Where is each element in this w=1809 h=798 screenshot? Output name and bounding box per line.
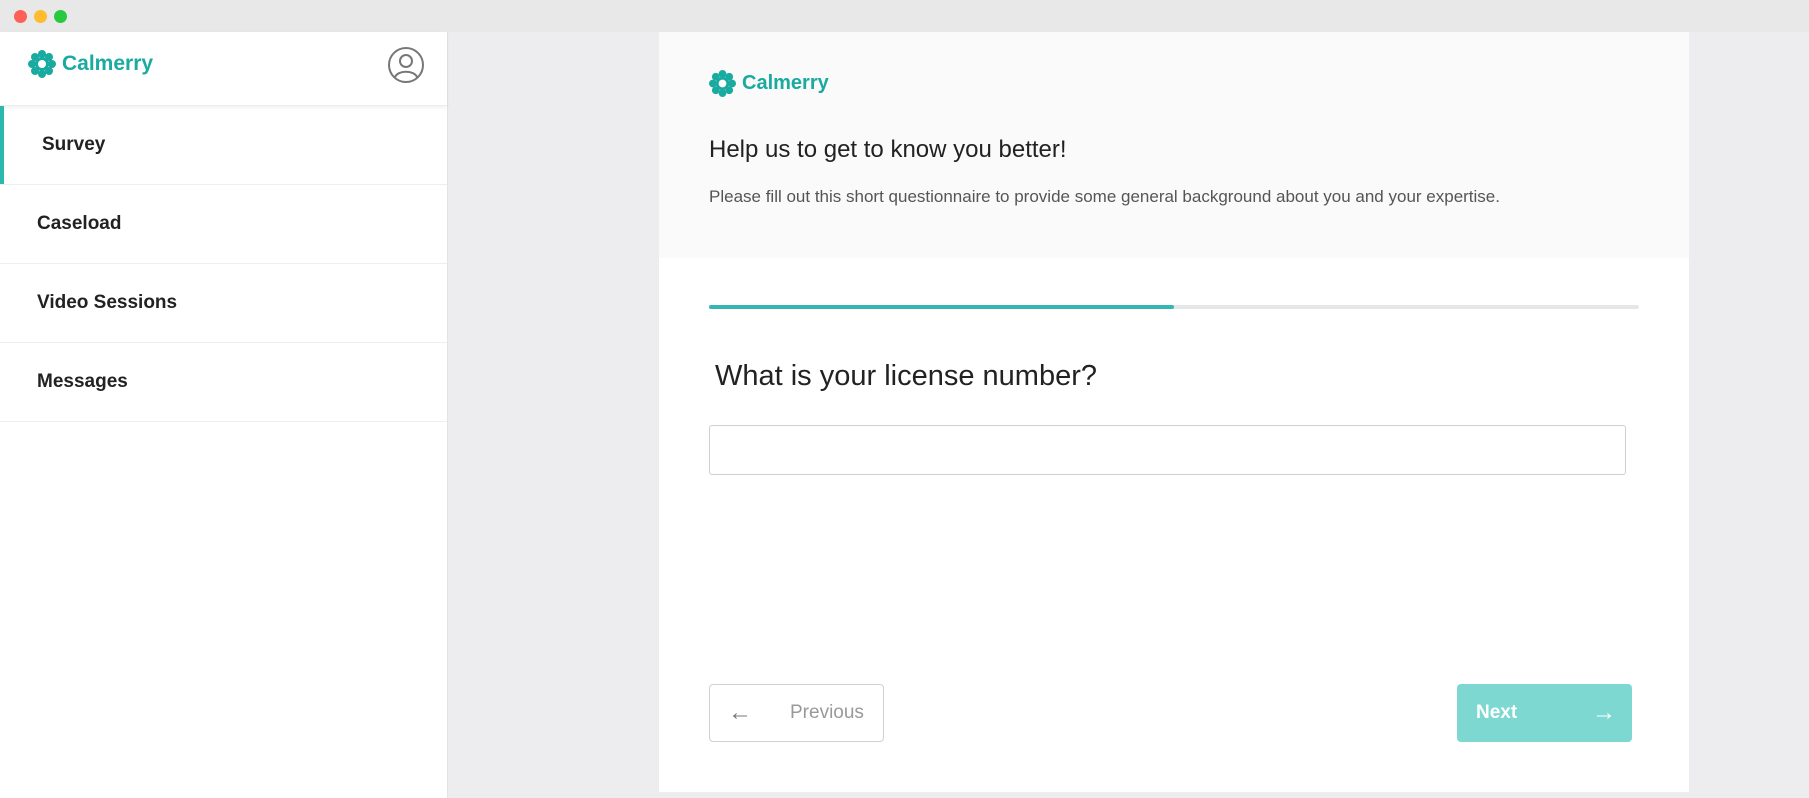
- next-button[interactable]: Next →: [1457, 684, 1632, 742]
- previous-button-label: Previous: [790, 702, 864, 723]
- brand-name: Calmerry: [62, 52, 154, 75]
- window-titlebar: [0, 0, 1809, 32]
- arrow-right-icon: →: [1592, 699, 1616, 726]
- brand-logo[interactable]: Calmerry: [28, 50, 153, 78]
- survey-panel: Calmerry Help us to get to know you bett…: [659, 32, 1689, 792]
- sidebar-item-label: Video Sessions: [37, 292, 178, 313]
- survey-header: Calmerry Help us to get to know you bett…: [659, 32, 1689, 258]
- previous-button[interactable]: ← Previous: [709, 684, 884, 742]
- brand-name: Calmerry: [742, 72, 829, 94]
- brand-logo: Calmerry: [709, 70, 829, 97]
- sidebar-item-label: Survey: [42, 134, 106, 155]
- arrow-left-icon: ←: [728, 699, 752, 726]
- maximize-window-button[interactable]: [54, 10, 67, 23]
- sidebar-item-caseload[interactable]: Caseload: [0, 185, 447, 264]
- flower-logo-icon: [28, 50, 56, 78]
- close-window-button[interactable]: [14, 10, 27, 23]
- sidebar-item-label: Messages: [37, 371, 128, 392]
- sidebar-item-survey[interactable]: Survey: [0, 106, 447, 185]
- minimize-window-button[interactable]: [34, 10, 47, 23]
- survey-description: Please fill out this short questionnaire…: [709, 187, 1500, 206]
- question-text: What is your license number?: [715, 360, 1097, 392]
- sidebar-item-messages[interactable]: Messages: [0, 343, 447, 422]
- sidebar: Calmerry Survey Caseload Video Sessions …: [0, 32, 448, 798]
- sidebar-item-label: Caseload: [37, 213, 122, 234]
- survey-title: Help us to get to know you better!: [709, 136, 1067, 163]
- license-number-input[interactable]: [709, 425, 1626, 475]
- sidebar-nav: Survey Caseload Video Sessions Messages: [0, 106, 447, 422]
- sidebar-item-video-sessions[interactable]: Video Sessions: [0, 264, 447, 343]
- survey-progress-bar: [709, 305, 1639, 309]
- sidebar-header: Calmerry: [0, 32, 447, 106]
- user-circle-icon[interactable]: [387, 46, 425, 84]
- survey-progress-fill: [709, 305, 1174, 309]
- next-button-label: Next: [1476, 702, 1518, 723]
- flower-logo-icon: [709, 70, 736, 97]
